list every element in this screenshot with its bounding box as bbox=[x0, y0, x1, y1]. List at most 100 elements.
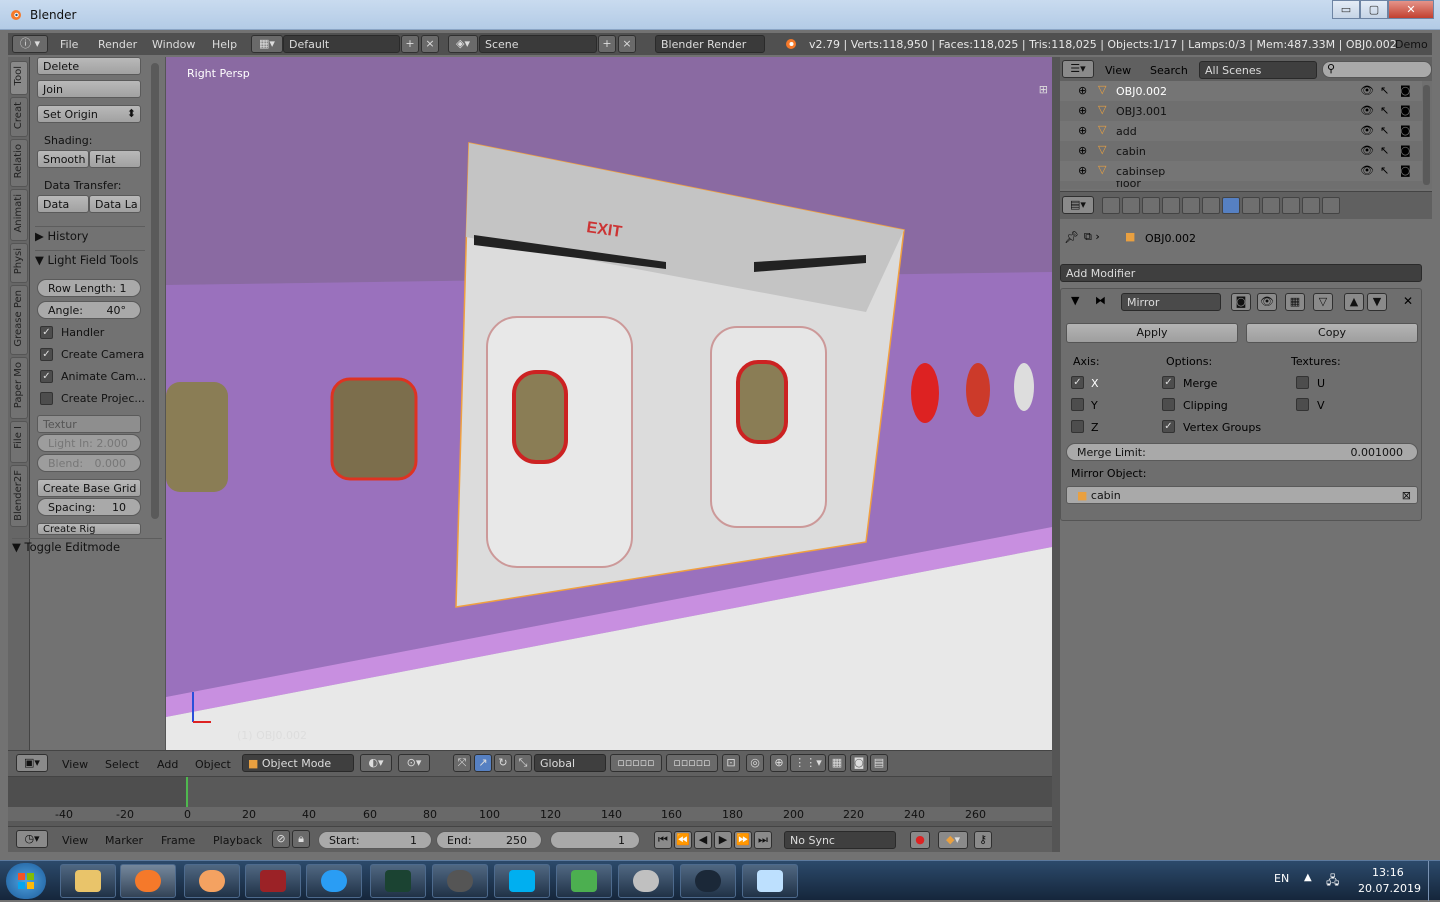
outliner-row[interactable]: ⊕ ▽ add 👁︎ ↖ ◙ bbox=[1060, 121, 1422, 141]
object-tab-icon[interactable] bbox=[1182, 197, 1200, 214]
merge-limit-field[interactable]: Merge Limit: 0.001000 bbox=[1066, 443, 1418, 461]
word-taskbar-icon[interactable] bbox=[432, 864, 488, 898]
tab-tool[interactable]: Tool bbox=[10, 61, 28, 95]
flat-button[interactable]: Flat bbox=[89, 150, 141, 168]
handler-checkbox[interactable]: ✓ bbox=[40, 326, 53, 339]
lock-range-icon[interactable]: 🔒︎ bbox=[292, 830, 310, 848]
explorer-taskbar-icon[interactable] bbox=[60, 864, 116, 898]
screen-layout-select[interactable]: Default bbox=[283, 35, 400, 53]
clock-time[interactable]: 13:16 bbox=[1372, 866, 1404, 879]
selectable-cursor-icon[interactable]: ↖ bbox=[1380, 104, 1389, 117]
menu-select[interactable]: Select bbox=[105, 758, 139, 771]
clear-field-icon[interactable]: ⊠ bbox=[1402, 489, 1411, 502]
create-base-grid-button[interactable]: Create Base Grid bbox=[37, 479, 141, 497]
menu-window[interactable]: Window bbox=[152, 38, 195, 51]
texture-v-checkbox[interactable] bbox=[1296, 398, 1309, 411]
create-rig-button[interactable]: Create Rig bbox=[37, 523, 141, 535]
shading-mode-button[interactable]: ◐▾ bbox=[360, 754, 392, 772]
3d-viewport[interactable]: EXIT Right Persp (1) OBJ0.002 ⊞ bbox=[166, 57, 1052, 750]
end-frame-field[interactable]: End: 250 bbox=[436, 831, 542, 849]
start-button[interactable] bbox=[6, 863, 46, 899]
cage-toggle-icon[interactable]: ▽ bbox=[1313, 293, 1333, 311]
copy-button[interactable]: Copy bbox=[1246, 323, 1418, 343]
axis-z-checkbox[interactable] bbox=[1071, 420, 1084, 433]
animate-camera-checkbox[interactable]: ✓ bbox=[40, 370, 53, 383]
light-intensity-field[interactable]: Light In: 2.000 bbox=[37, 434, 141, 452]
tray-expand-icon[interactable]: ▲ bbox=[1304, 872, 1312, 883]
selectable-cursor-icon[interactable]: ↖ bbox=[1380, 144, 1389, 157]
visibility-eye-icon[interactable]: 👁︎ bbox=[1360, 104, 1374, 117]
data-layout-button[interactable]: Data La bbox=[89, 195, 141, 213]
menu-frame[interactable]: Frame bbox=[161, 834, 195, 847]
texture-u-checkbox[interactable] bbox=[1296, 376, 1309, 389]
editor-type-timeline-button[interactable]: ◷▾ bbox=[16, 830, 48, 848]
outliner-search-input[interactable]: ⚲ bbox=[1322, 61, 1432, 78]
create-camera-checkbox[interactable]: ✓ bbox=[40, 348, 53, 361]
constraints-tab-icon[interactable] bbox=[1202, 197, 1220, 214]
renderable-camera-icon[interactable]: ◙ bbox=[1400, 104, 1411, 117]
internet-explorer-taskbar-icon[interactable] bbox=[306, 864, 362, 898]
create-projector-checkbox[interactable] bbox=[40, 392, 53, 405]
translate-manipulator-icon[interactable]: ↗ bbox=[474, 754, 492, 772]
selectable-cursor-icon[interactable]: ↖ bbox=[1380, 124, 1389, 137]
renderable-camera-icon[interactable]: ◙ bbox=[1400, 124, 1411, 137]
skype-taskbar-icon[interactable] bbox=[494, 864, 550, 898]
tab-animation[interactable]: Animati bbox=[10, 189, 28, 241]
blender-taskbar-icon[interactable] bbox=[120, 864, 176, 898]
render-camera-icon[interactable]: ◙ bbox=[850, 754, 868, 772]
menu-view[interactable]: View bbox=[62, 834, 88, 847]
particles-tab-icon[interactable] bbox=[1302, 197, 1320, 214]
texture-tab-icon[interactable] bbox=[1282, 197, 1300, 214]
snap-element-button[interactable]: ⋮⋮▾ bbox=[790, 754, 826, 772]
network-icon[interactable]: 🖧︎ bbox=[1326, 871, 1339, 892]
proportional-edit-icon[interactable]: ◎ bbox=[746, 754, 764, 772]
add-scene-icon[interactable]: + bbox=[598, 35, 616, 53]
physics-tab-icon[interactable] bbox=[1322, 197, 1340, 214]
lock-layer-icon[interactable]: ⊡ bbox=[722, 754, 740, 772]
preview-range-icon[interactable]: ⊘ bbox=[272, 830, 290, 848]
editor-type-properties-button[interactable]: ▤▾ bbox=[1062, 196, 1094, 214]
current-frame-indicator[interactable] bbox=[186, 777, 188, 807]
clipping-checkbox[interactable] bbox=[1162, 398, 1175, 411]
editmode-toggle-icon[interactable]: ▦ bbox=[1285, 293, 1305, 311]
rotate-manipulator-icon[interactable]: ↻ bbox=[494, 754, 512, 772]
menu-marker[interactable]: Marker bbox=[105, 834, 143, 847]
editor-type-3d-button[interactable]: ▣▾ bbox=[16, 754, 48, 772]
renderable-camera-icon[interactable]: ◙ bbox=[1400, 144, 1411, 157]
current-frame-field[interactable]: 1 bbox=[550, 831, 640, 849]
vertex-groups-checkbox[interactable]: ✓ bbox=[1162, 420, 1175, 433]
expand-plus-icon[interactable]: ⊕ bbox=[1078, 144, 1087, 157]
menu-view[interactable]: View bbox=[62, 758, 88, 771]
menu-add[interactable]: Add bbox=[157, 758, 178, 771]
settings-taskbar-icon[interactable] bbox=[184, 864, 240, 898]
winrar-taskbar-icon[interactable] bbox=[245, 864, 301, 898]
spacing-field[interactable]: Spacing: 10 bbox=[37, 498, 141, 516]
close-button[interactable]: ✕ bbox=[1388, 0, 1434, 19]
start-frame-field[interactable]: Start: 1 bbox=[318, 831, 432, 849]
prev-keyframe-icon[interactable]: ⏪ bbox=[674, 831, 692, 849]
tab-create[interactable]: Creat bbox=[10, 97, 28, 137]
add-modifier-select[interactable]: Add Modifier bbox=[1060, 264, 1422, 282]
selectable-cursor-icon[interactable]: ↖ bbox=[1380, 164, 1389, 177]
outliner-row[interactable]: ⊕ ▽ OBJ3.001 👁︎ ↖ ◙ bbox=[1060, 101, 1422, 121]
outliner-search-menu[interactable]: Search bbox=[1150, 64, 1188, 77]
render-animation-icon[interactable]: ▤ bbox=[870, 754, 888, 772]
texture-field[interactable]: Textur bbox=[37, 415, 141, 433]
utorrent-taskbar-icon[interactable] bbox=[556, 864, 612, 898]
modifier-name-input[interactable]: Mirror bbox=[1121, 293, 1221, 311]
tab-grease-pencil[interactable]: Grease Pen bbox=[10, 285, 28, 355]
play-reverse-icon[interactable]: ◀ bbox=[694, 831, 712, 849]
remove-scene-icon[interactable]: × bbox=[618, 35, 636, 53]
modifiers-wrench-tab-icon[interactable] bbox=[1222, 197, 1240, 214]
editor-type-info-button[interactable]: ⓘ ▾ bbox=[12, 35, 48, 53]
expand-plus-icon[interactable]: ⊕ bbox=[1078, 124, 1087, 137]
editor-type-outliner-button[interactable]: ☰▾ bbox=[1062, 60, 1094, 78]
set-origin-select[interactable]: Set Origin ⬍ bbox=[37, 105, 141, 123]
move-down-icon[interactable]: ▼ bbox=[1367, 293, 1387, 311]
language-indicator[interactable]: EN bbox=[1274, 872, 1289, 885]
layers-grid-1[interactable]: ▫▫▫▫▫ bbox=[610, 754, 662, 772]
scale-manipulator-icon[interactable]: ⤡ bbox=[514, 754, 532, 772]
render-toggle-icon[interactable]: ◙ bbox=[1231, 293, 1251, 311]
snap-grid-icon[interactable]: ▦ bbox=[828, 754, 846, 772]
collapse-arrow-icon[interactable]: ▼ bbox=[1071, 294, 1079, 307]
